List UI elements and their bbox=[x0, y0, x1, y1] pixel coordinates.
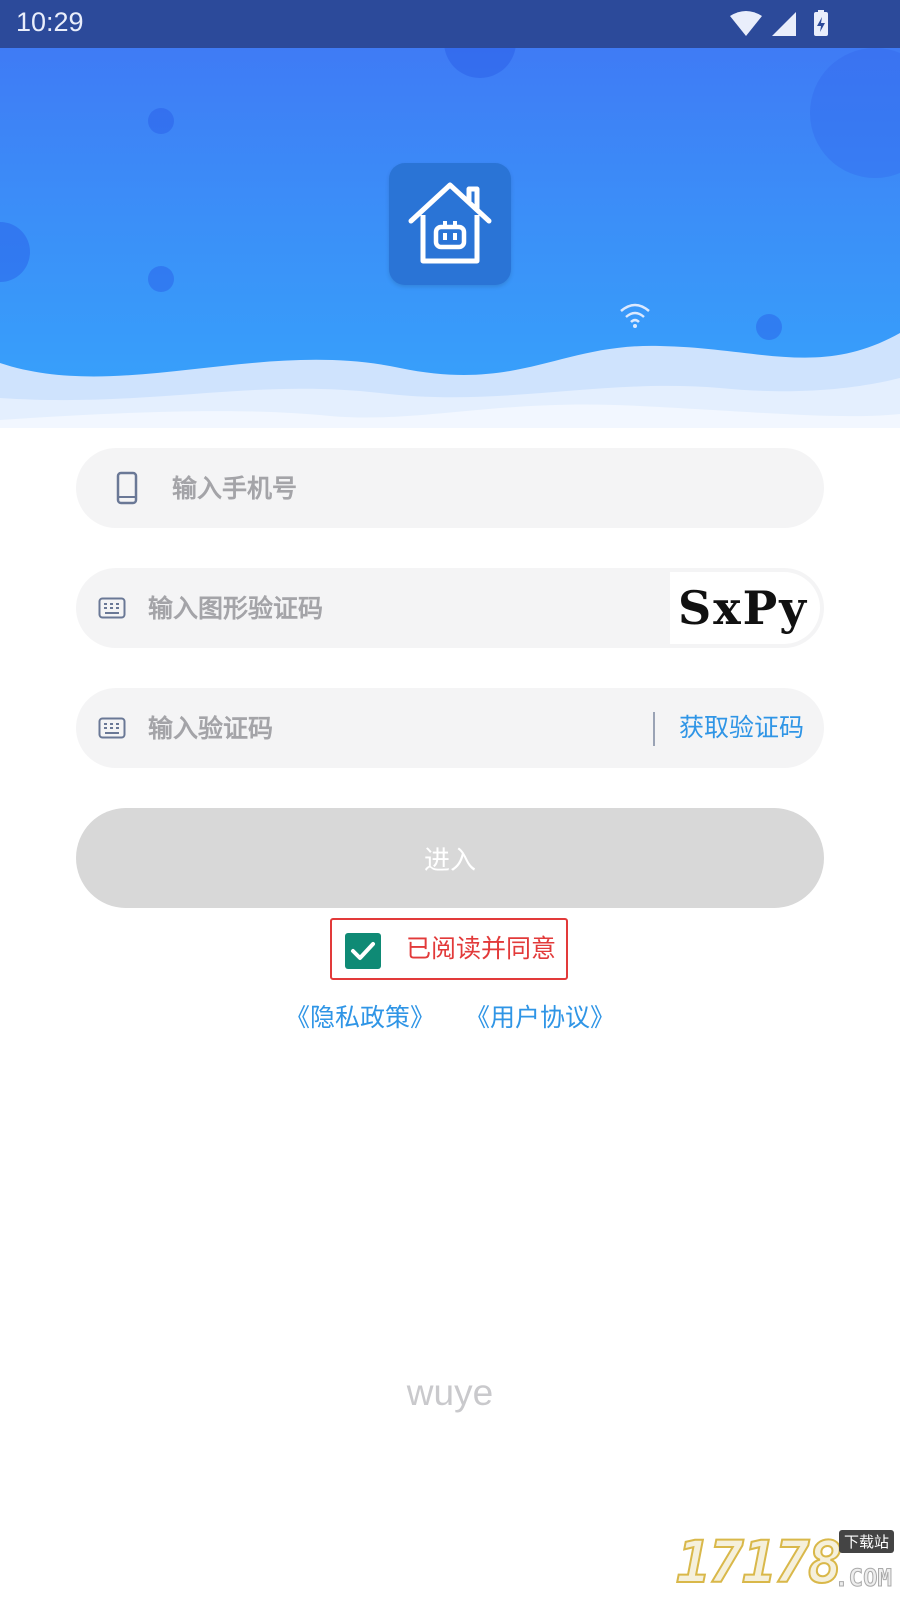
get-code-button[interactable]: 获取验证码 bbox=[679, 688, 804, 768]
enter-button[interactable]: 进入 bbox=[76, 808, 824, 908]
header-banner bbox=[0, 48, 900, 428]
user-agreement-link[interactable]: 《用户协议》 bbox=[465, 1003, 615, 1032]
captcha-field[interactable]: SxPy bbox=[76, 568, 824, 648]
captcha-input[interactable] bbox=[148, 568, 638, 648]
status-bar: 10:29 bbox=[0, 0, 900, 48]
site-watermark: 17178 下载站 .COM bbox=[675, 1527, 900, 1600]
status-icons bbox=[730, 10, 828, 36]
check-icon bbox=[351, 942, 375, 960]
field-divider bbox=[653, 712, 655, 746]
status-time: 10:29 bbox=[16, 7, 84, 37]
watermark-tag: 下载站 bbox=[838, 1530, 894, 1553]
keyboard-icon bbox=[98, 597, 126, 619]
privacy-policy-link[interactable]: 《隐私政策》 bbox=[285, 1003, 435, 1032]
wifi-icon bbox=[730, 11, 762, 36]
keyboard-icon bbox=[98, 717, 126, 739]
signal-icon bbox=[772, 12, 796, 36]
captcha-image[interactable]: SxPy bbox=[670, 572, 820, 644]
policy-links: 《隐私政策》 《用户协议》 bbox=[0, 998, 900, 1034]
phone-icon bbox=[116, 471, 138, 505]
phone-input[interactable] bbox=[172, 448, 792, 528]
watermark-suffix: .COM bbox=[834, 1564, 893, 1593]
agree-checkbox[interactable] bbox=[345, 933, 381, 969]
agreement-box[interactable]: 已阅读并同意 bbox=[330, 918, 568, 980]
sms-code-field[interactable]: 获取验证码 bbox=[76, 688, 824, 768]
wave-decor bbox=[0, 333, 900, 428]
battery-charging-icon bbox=[814, 10, 828, 36]
sms-code-input[interactable] bbox=[148, 688, 638, 768]
agree-label: 已阅读并同意 bbox=[406, 934, 557, 963]
phone-field[interactable] bbox=[76, 448, 824, 528]
footer-brand: wuye bbox=[406, 1372, 494, 1413]
watermark-digits: 17178 bbox=[675, 1527, 844, 1597]
